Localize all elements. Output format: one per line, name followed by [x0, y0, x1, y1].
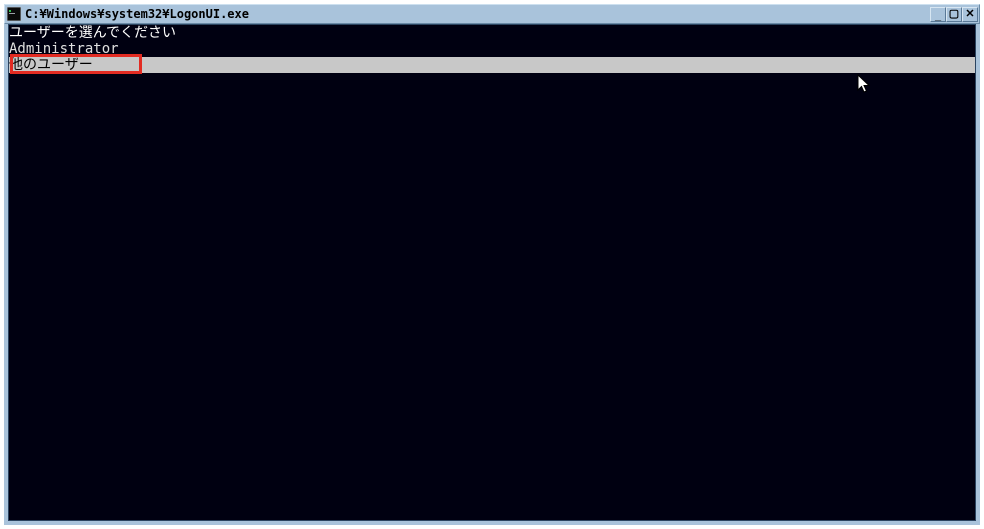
titlebar[interactable]: C:¥Windows¥system32¥LogonUI.exe _ ▢ ✕	[4, 4, 980, 24]
user-row-other-user[interactable]: 他のユーザー	[9, 57, 975, 73]
close-button[interactable]: ✕	[962, 7, 978, 22]
maximize-button[interactable]: ▢	[946, 7, 962, 22]
console-window: C:¥Windows¥system32¥LogonUI.exe _ ▢ ✕ ユー…	[4, 4, 980, 525]
user-row-administrator[interactable]: Administrator	[9, 41, 975, 57]
app-icon	[7, 7, 21, 21]
minimize-button[interactable]: _	[930, 7, 946, 22]
window-title: C:¥Windows¥system32¥LogonUI.exe	[25, 7, 930, 21]
logon-prompt: ユーザーを選んでください	[9, 25, 975, 41]
window-border: ユーザーを選んでください Administrator 他のユーザー	[4, 24, 980, 525]
console-client-area[interactable]: ユーザーを選んでください Administrator 他のユーザー	[8, 24, 976, 521]
window-controls: _ ▢ ✕	[930, 7, 978, 22]
